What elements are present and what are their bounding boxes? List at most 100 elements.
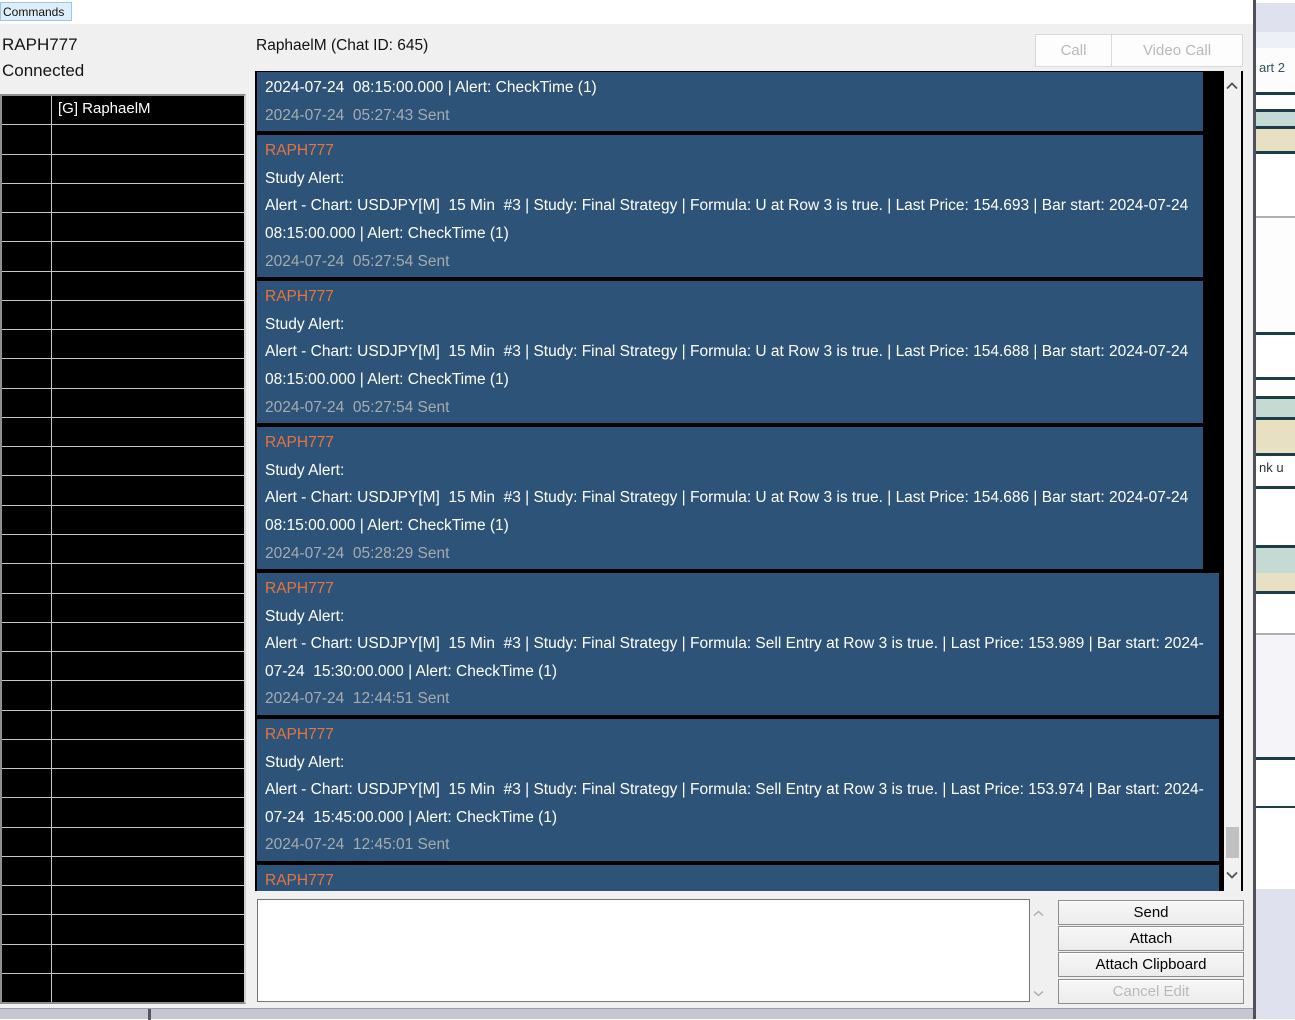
background-window-band xyxy=(1256,420,1295,453)
tab-commands[interactable]: Commands xyxy=(0,2,73,21)
contact-row[interactable] xyxy=(2,827,244,857)
message-line: Study Alert: xyxy=(265,461,345,479)
contact-name-cell xyxy=(52,155,244,183)
contact-row[interactable] xyxy=(2,359,244,389)
contact-status-cell xyxy=(2,330,52,359)
contact-row[interactable]: [G] RaphaelM xyxy=(2,96,244,126)
contact-row[interactable] xyxy=(2,125,244,155)
contact-row[interactable] xyxy=(2,622,244,653)
contact-row[interactable] xyxy=(2,915,244,945)
chat-scrollbar[interactable] xyxy=(1224,71,1241,891)
background-window-band xyxy=(1256,109,1295,112)
message-line: Alert - Chart: USDJPY[M] 15 Min #3 | Stu… xyxy=(265,635,1204,680)
cancel-edit-button[interactable]: Cancel Edit xyxy=(1058,979,1244,1004)
contact-row[interactable] xyxy=(2,271,244,301)
contact-row[interactable] xyxy=(2,213,244,243)
contact-row[interactable] xyxy=(2,330,244,360)
contact-row[interactable] xyxy=(2,944,244,974)
strip-divider xyxy=(148,1009,151,1020)
chat-message[interactable]: RAPH777 Study Alert: Alert - Chart: USDJPY… xyxy=(257,135,1203,278)
contact-row[interactable] xyxy=(2,798,244,828)
contact-row[interactable] xyxy=(2,300,244,331)
contact-list: [G] RaphaelM xyxy=(0,94,246,1004)
contact-status-cell xyxy=(2,271,52,300)
chat-message[interactable]: RAPH777 xyxy=(257,865,1219,891)
contact-name-cell xyxy=(52,974,244,1002)
contact-status-cell xyxy=(2,417,52,447)
contact-status-cell xyxy=(2,593,52,622)
contact-row[interactable] xyxy=(2,652,244,682)
contact-row[interactable] xyxy=(2,856,244,887)
scroll-up-icon[interactable] xyxy=(1226,77,1238,95)
contact-row[interactable] xyxy=(2,154,244,184)
contact-name-cell xyxy=(52,476,244,504)
contact-row[interactable] xyxy=(2,739,244,770)
scrollbar-thumb[interactable] xyxy=(1226,827,1239,858)
background-window-band xyxy=(1256,112,1295,126)
contact-status-cell xyxy=(2,739,52,769)
chat-message[interactable]: RAPH777 Study Alert: Alert - Chart: USDJPY… xyxy=(257,427,1203,570)
background-window-band xyxy=(1256,377,1295,380)
contact-row[interactable] xyxy=(2,417,244,448)
message-list: 2024-07-24 08:15:00.000 | Alert: CheckTi… xyxy=(257,72,1223,891)
background-window-band xyxy=(1256,32,1295,48)
contact-row[interactable] xyxy=(2,447,244,477)
message-line: RAPH777 xyxy=(265,726,334,744)
contact-status-cell xyxy=(2,300,52,330)
send-button[interactable]: Send xyxy=(1058,900,1244,925)
call-button[interactable]: Call xyxy=(1035,34,1112,67)
chat-message[interactable]: RAPH777 Study Alert: Alert - Chart: USDJPY… xyxy=(257,281,1203,424)
contact-row[interactable] xyxy=(2,242,244,272)
message-line: Alert - Chart: USDJPY[M] 15 Min #3 | Stu… xyxy=(265,489,1197,534)
contact-name-cell xyxy=(52,125,244,153)
chat-message[interactable]: RAPH777 Study Alert: Alert - Chart: USDJPY… xyxy=(257,719,1219,862)
bottom-scroll-strip[interactable] xyxy=(0,1008,1253,1020)
background-window-band xyxy=(1256,396,1295,399)
contact-name-cell xyxy=(52,623,244,651)
contact-row[interactable] xyxy=(2,593,244,623)
background-window-band xyxy=(1256,92,1295,95)
chat-message[interactable]: RAPH777 Study Alert: Alert - Chart: USDJPY… xyxy=(257,573,1219,716)
contact-name-cell xyxy=(52,769,244,797)
contact-row[interactable] xyxy=(2,681,244,711)
video-call-button[interactable]: Video Call xyxy=(1111,34,1243,67)
scroll-down-icon[interactable] xyxy=(1226,866,1238,884)
contact-row[interactable] xyxy=(2,973,244,1003)
contact-row[interactable] xyxy=(2,183,244,214)
contact-status-cell xyxy=(2,505,52,534)
chat-message[interactable]: 2024-07-24 08:15:00.000 | Alert: CheckTi… xyxy=(257,72,1203,132)
contact-name-cell xyxy=(52,272,244,300)
contact-row[interactable] xyxy=(2,476,244,506)
contact-row[interactable] xyxy=(2,534,244,565)
background-window-band xyxy=(1256,591,1295,594)
attach-button[interactable]: Attach xyxy=(1058,926,1244,951)
contact-status-cell xyxy=(2,681,52,710)
contact-status-cell xyxy=(2,973,52,1003)
chat-title: RaphaelM (Chat ID: 645) xyxy=(256,37,429,54)
contact-row[interactable] xyxy=(2,769,244,799)
message-line: RAPH777 xyxy=(265,434,334,452)
background-window-band xyxy=(1256,0,1295,3)
contact-row[interactable] xyxy=(2,564,244,594)
contact-status-cell xyxy=(2,154,52,183)
contact-row[interactable] xyxy=(2,505,244,535)
contact-name-cell xyxy=(52,915,244,943)
contact-name-cell xyxy=(52,184,244,212)
message-input[interactable] xyxy=(257,899,1030,1002)
message-line: 2024-07-24 12:44:51 Sent xyxy=(265,690,450,708)
message-line: 2024-07-24 05:27:43 Sent xyxy=(265,106,450,124)
background-window-band xyxy=(1256,380,1295,396)
attach-clipboard-button[interactable]: Attach Clipboard xyxy=(1058,952,1244,977)
composer-scroll-down-icon[interactable] xyxy=(1033,984,1044,1002)
connection-username: RAPH777 xyxy=(2,35,78,54)
background-window-band xyxy=(1256,129,1295,151)
contact-row[interactable] xyxy=(2,388,244,418)
composer-scroll-up-icon[interactable] xyxy=(1033,904,1044,922)
contact-status-cell xyxy=(2,242,52,271)
contact-row[interactable] xyxy=(2,886,244,916)
message-line: Alert - Chart: USDJPY[M] 15 Min #3 | Stu… xyxy=(265,197,1197,242)
message-line: 2024-07-24 05:27:54 Sent xyxy=(265,252,450,270)
contact-status-cell xyxy=(2,359,52,388)
message-line: 2024-07-24 05:28:29 Sent xyxy=(265,544,450,562)
contact-row[interactable] xyxy=(2,710,244,740)
